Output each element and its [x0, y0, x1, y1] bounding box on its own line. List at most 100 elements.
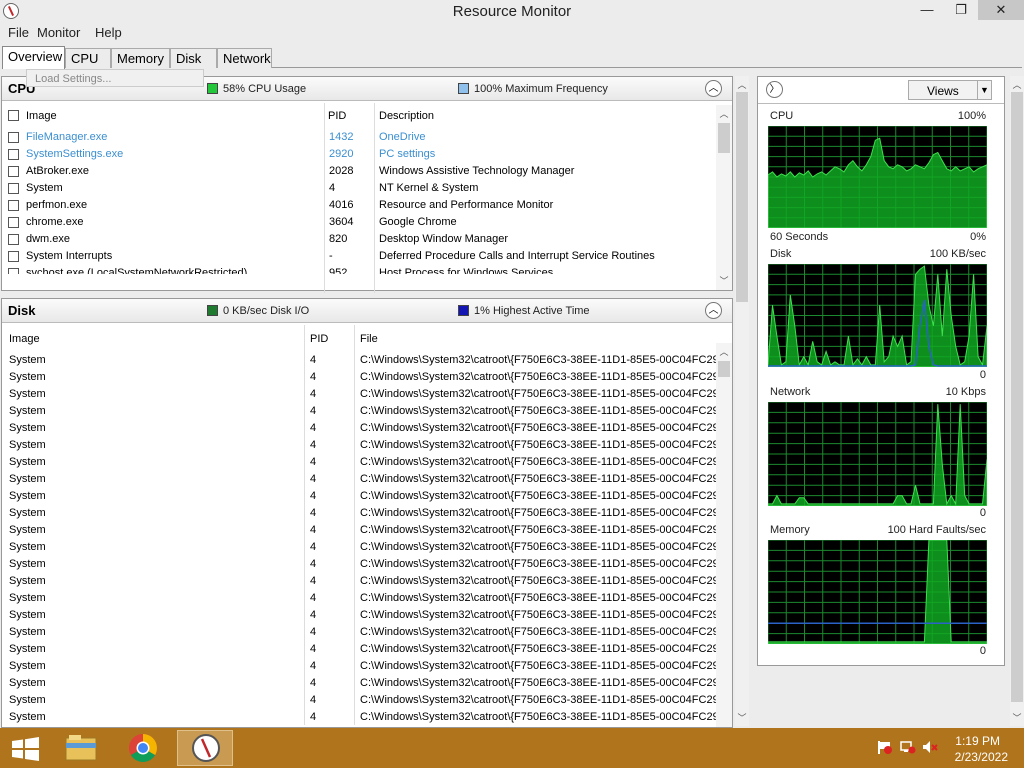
- disk-pid: 4: [310, 643, 317, 655]
- scroll-up-icon[interactable]: ︿: [735, 78, 749, 91]
- resource-monitor-taskbar-button[interactable]: [177, 730, 233, 766]
- table-row[interactable]: System 4 C:\Windows\System32\catroot\{F750…: [2, 352, 717, 369]
- table-row[interactable]: System 4 C:\Windows\System32\catroot\{F750…: [2, 658, 717, 675]
- cpu-col-image[interactable]: Image: [26, 110, 57, 128]
- close-button[interactable]: ✕: [978, 0, 1024, 20]
- cpu-scrollbar[interactable]: ︿ ﹀: [716, 105, 732, 290]
- disk-col-image[interactable]: Image: [9, 333, 40, 351]
- table-row[interactable]: System 4 C:\Windows\System32\catroot\{F750…: [2, 709, 717, 726]
- process-checkbox[interactable]: [8, 234, 19, 245]
- scroll-up-icon[interactable]: ︿: [716, 107, 732, 121]
- menu-file[interactable]: File: [8, 25, 29, 40]
- scroll-down-icon[interactable]: ﹀: [1010, 711, 1024, 724]
- process-checkbox[interactable]: [8, 166, 19, 177]
- tab-memory[interactable]: Memory: [111, 48, 170, 68]
- menu-monitor[interactable]: Monitor: [37, 25, 80, 40]
- process-pid: 820: [329, 233, 348, 245]
- network-status-icon[interactable]: [900, 740, 916, 754]
- table-row[interactable]: System 4 C:\Windows\System32\catroot\{F750…: [2, 420, 717, 437]
- table-row[interactable]: FileManager.exe 1432 OneDrive: [2, 129, 717, 146]
- volume-muted-icon[interactable]: [922, 740, 938, 754]
- disk-panel-header[interactable]: Disk 0 KB/sec Disk I/O 1% Highest Active…: [2, 299, 732, 323]
- table-row[interactable]: chrome.exe 3604 Google Chrome: [2, 214, 717, 231]
- clock-date[interactable]: 2/23/2022: [955, 750, 1008, 764]
- chrome-taskbar-button[interactable]: [115, 730, 171, 766]
- maximize-button[interactable]: ❐: [946, 0, 976, 20]
- cpu-col-pid[interactable]: PID: [328, 110, 346, 128]
- memory-graph-min: 0: [979, 645, 986, 657]
- cpu-scroll-thumb[interactable]: [718, 123, 730, 153]
- process-checkbox[interactable]: [8, 268, 19, 274]
- chevron-down-icon[interactable]: ▼: [977, 81, 991, 99]
- table-row[interactable]: System 4 C:\Windows\System32\catroot\{F750…: [2, 454, 717, 471]
- disk-collapse-icon[interactable]: ︿: [705, 302, 722, 319]
- table-row[interactable]: System 4 C:\Windows\System32\catroot\{F750…: [2, 488, 717, 505]
- resource-monitor-icon: [192, 734, 220, 762]
- process-checkbox[interactable]: [8, 217, 19, 228]
- action-center-flag-icon[interactable]: [876, 740, 892, 754]
- main-scroll-thumb[interactable]: [736, 92, 748, 302]
- tab-overview[interactable]: Overview: [2, 46, 65, 69]
- disk-pid: 4: [310, 558, 317, 570]
- disk-image: System: [9, 507, 46, 519]
- cpu-collapse-icon[interactable]: ︿: [705, 80, 722, 97]
- table-row[interactable]: System 4 C:\Windows\System32\catroot\{F750…: [2, 539, 717, 556]
- table-row[interactable]: System 4 C:\Windows\System32\catroot\{F750…: [2, 522, 717, 539]
- table-row[interactable]: System 4 C:\Windows\System32\catroot\{F750…: [2, 624, 717, 641]
- table-row[interactable]: System Interrupts - Deferred Procedure Cal…: [2, 248, 717, 265]
- scroll-down-icon[interactable]: ﹀: [716, 274, 732, 288]
- table-row[interactable]: System 4 C:\Windows\System32\catroot\{F750…: [2, 641, 717, 658]
- table-row[interactable]: dwm.exe 820 Desktop Window Manager: [2, 231, 717, 248]
- table-row[interactable]: System 4 C:\Windows\System32\catroot\{F750…: [2, 386, 717, 403]
- file-explorer-taskbar-button[interactable]: [52, 730, 108, 766]
- minimize-button[interactable]: —: [912, 0, 942, 20]
- graph-scroll-thumb[interactable]: [1011, 92, 1023, 702]
- process-checkbox[interactable]: [8, 200, 19, 211]
- clock-time[interactable]: 1:19 PM: [955, 734, 1000, 748]
- tab-cpu[interactable]: CPU: [65, 48, 111, 68]
- scroll-up-icon[interactable]: ︿: [716, 345, 732, 359]
- main-scrollbar[interactable]: ︿ ﹀: [735, 76, 749, 726]
- tab-network[interactable]: Network: [217, 48, 272, 68]
- table-row[interactable]: System 4 C:\Windows\System32\catroot\{F750…: [2, 590, 717, 607]
- disk-pid: 4: [310, 541, 317, 553]
- table-row[interactable]: System 4 C:\Windows\System32\catroot\{F750…: [2, 607, 717, 624]
- disk-scroll-thumb[interactable]: [718, 361, 730, 377]
- scroll-down-icon[interactable]: ﹀: [735, 711, 749, 724]
- table-row[interactable]: System 4 C:\Windows\System32\catroot\{F750…: [2, 573, 717, 590]
- cpu-col-description[interactable]: Description: [379, 110, 434, 128]
- table-row[interactable]: System 4 C:\Windows\System32\catroot\{F750…: [2, 692, 717, 709]
- disk-col-file[interactable]: File: [360, 333, 378, 351]
- expand-icon[interactable]: 〉: [766, 81, 783, 98]
- menu-help[interactable]: Help: [95, 25, 122, 40]
- table-row[interactable]: System 4 C:\Windows\System32\catroot\{F750…: [2, 556, 717, 573]
- process-checkbox[interactable]: [8, 149, 19, 160]
- table-row[interactable]: SystemSettings.exe 2920 PC settings: [2, 146, 717, 163]
- table-row[interactable]: System 4 C:\Windows\System32\catroot\{F750…: [2, 437, 717, 454]
- disk-panel-title: Disk: [8, 303, 36, 318]
- table-row[interactable]: svchost.exe (LocalSystemNetworkRestricte…: [2, 265, 717, 274]
- table-row[interactable]: System 4 C:\Windows\System32\catroot\{F750…: [2, 403, 717, 420]
- table-row[interactable]: System 4 C:\Windows\System32\catroot\{F750…: [2, 505, 717, 522]
- disk-pid: 4: [310, 694, 317, 706]
- graph-scrollbar[interactable]: ︿ ﹀: [1010, 76, 1024, 726]
- process-checkbox[interactable]: [8, 251, 19, 262]
- table-row[interactable]: System 4 C:\Windows\System32\catroot\{F750…: [2, 675, 717, 692]
- table-row[interactable]: System 4 C:\Windows\System32\catroot\{F750…: [2, 471, 717, 488]
- start-button[interactable]: [0, 730, 56, 766]
- views-dropdown[interactable]: Views ▼: [908, 80, 992, 100]
- memory-graph: [768, 540, 987, 644]
- disk-scrollbar[interactable]: ︿: [716, 343, 732, 727]
- process-description: PC settings: [379, 148, 436, 160]
- table-row[interactable]: System 4 NT Kernel & System: [2, 180, 717, 197]
- process-image: AtBroker.exe: [26, 165, 89, 177]
- process-checkbox[interactable]: [8, 183, 19, 194]
- disk-col-pid[interactable]: PID: [310, 333, 328, 351]
- process-checkbox[interactable]: [8, 132, 19, 143]
- cpu-select-all-checkbox[interactable]: [8, 110, 19, 121]
- table-row[interactable]: AtBroker.exe 2028 Windows Assistive Techno…: [2, 163, 717, 180]
- tab-disk[interactable]: Disk: [170, 48, 217, 68]
- table-row[interactable]: perfmon.exe 4016 Resource and Performance …: [2, 197, 717, 214]
- table-row[interactable]: System 4 C:\Windows\System32\catroot\{F750…: [2, 369, 717, 386]
- scroll-up-icon[interactable]: ︿: [1010, 78, 1024, 91]
